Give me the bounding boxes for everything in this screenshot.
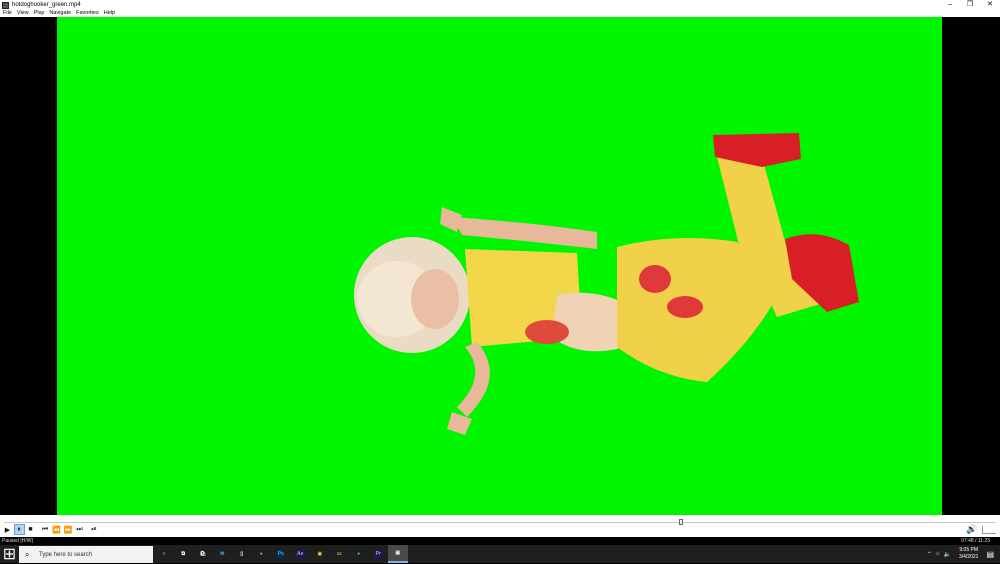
performer-arm-upper [452,217,597,249]
start-button[interactable]: ⊞ [0,545,19,563]
window-title: hotdoghooker_green.mp4 [12,2,81,8]
restore-button[interactable]: ❐ [960,0,980,10]
premiere-icon[interactable]: Pr [369,545,389,563]
search-placeholder: Type here to search [39,551,93,558]
tray-chevron-icon[interactable]: ⌃ [927,551,932,558]
spotify-icon[interactable]: ● [349,545,369,563]
window-controls: – ❐ ✕ [940,0,1000,10]
photoshop-icon-glyph: Ps [276,549,286,559]
cortana-icon-glyph: ○ [159,549,169,559]
frame-step-button[interactable]: ⏯ [89,524,100,535]
volume-icon[interactable]: 🔈 [943,551,950,558]
red-patch-2 [667,296,703,318]
menu-bar: File View Play Navigate Favorites Help [0,10,1000,17]
minimize-button[interactable]: – [940,0,960,10]
red-patch-1 [639,265,671,293]
after-effects-icon-glyph: Ae [295,549,305,559]
system-tray: ⌃ ⌂ 🔈 9:05 PM 3/4/2021 ▤ [927,545,1000,563]
chrome-icon[interactable]: ◉ [310,545,330,563]
close-button[interactable]: ✕ [980,0,1000,10]
pause-button[interactable]: ⏸ [13,524,25,535]
menu-favorites[interactable]: Favorites [76,10,99,17]
status-bar: Paused [H/W] 07:48 / 11:23 [0,537,1000,545]
firefox-icon[interactable]: ● [252,545,272,563]
store-icon[interactable]: 🛍 [193,545,213,563]
media-player-icon-glyph: ▣ [393,548,403,558]
player-controls: ▶ ⏸ ■ ⏮ ⏪ ⏩ ⏭ ⏯ 🔊 [0,515,1000,537]
time-display: 07:48 / 11:23 [961,538,990,544]
clock[interactable]: 9:05 PM 3/4/2021 [959,547,978,561]
taskbar-search[interactable]: ⌕ Type here to search [19,546,153,563]
seek-bar[interactable] [4,518,996,525]
chrome-icon-glyph: ◉ [315,549,325,559]
file-icon[interactable]: ▯ [232,545,252,563]
after-effects-icon[interactable]: Ae [291,545,311,563]
task-view-icon[interactable]: ⧉ [174,545,194,563]
notification-icon[interactable]: ▤ [986,550,994,559]
taskbar: ⊞ ⌕ Type here to search ○ ⧉ 🛍 ✉ ▯ ● Ps Ae ◉ ▭ ● Pr ▣… [0,545,1000,563]
previous-button[interactable]: ⏮ [40,524,51,535]
red-patch-3 [525,320,569,344]
menu-help[interactable]: Help [104,10,115,17]
menu-view[interactable]: View [17,10,29,17]
video-frame[interactable] [57,17,942,515]
playback-buttons: ▶ ⏸ ■ ⏮ ⏪ ⏩ ⏭ ⏯ [2,524,100,535]
title-bar: hotdoghooker_green.mp4 – ❐ ✕ [0,0,1000,10]
media-player-icon[interactable]: ▣ [388,545,408,563]
firefox-icon-glyph: ● [256,549,266,559]
video-area[interactable] [0,17,1000,515]
rewind-button[interactable]: ⏪ [51,524,62,535]
mail-icon[interactable]: ✉ [213,545,233,563]
menu-play[interactable]: Play [34,10,45,17]
clock-date: 3/4/2021 [958,554,979,560]
fast-forward-button[interactable]: ⏩ [63,524,74,535]
video-content [354,133,859,435]
network-icon[interactable]: ⌂ [936,551,940,557]
speaker-icon[interactable]: 🔊 [966,524,978,535]
spotify-icon-glyph: ● [354,549,364,559]
taskbar-apps: ○ ⧉ 🛍 ✉ ▯ ● Ps Ae ◉ ▭ ● Pr ▣ [154,545,408,563]
seek-thumb[interactable] [678,519,683,525]
volume-control: 🔊 [966,524,996,535]
file-icon-glyph: ▯ [237,549,247,559]
mail-icon-glyph: ✉ [217,549,227,559]
menu-navigate[interactable]: Navigate [49,10,71,17]
premiere-icon-glyph: Pr [373,549,383,559]
volume-slider[interactable] [982,525,996,534]
stop-button[interactable]: ■ [25,524,36,535]
menu-file[interactable]: File [3,10,12,17]
next-button[interactable]: ⏭ [74,524,85,535]
performer-face [411,269,459,329]
cortana-icon[interactable]: ○ [154,545,174,563]
clock-time: 9:05 PM [959,547,979,553]
file-explorer-icon[interactable]: ▭ [330,545,350,563]
performer-arm-lower [457,342,490,417]
app-icon [2,1,9,9]
search-icon: ⌕ [25,549,30,559]
photoshop-icon[interactable]: Ps [271,545,291,563]
store-icon-glyph: 🛍 [198,549,208,559]
task-view-icon-glyph: ⧉ [178,549,188,559]
file-explorer-icon-glyph: ▭ [334,549,344,559]
play-button[interactable]: ▶ [2,524,13,535]
